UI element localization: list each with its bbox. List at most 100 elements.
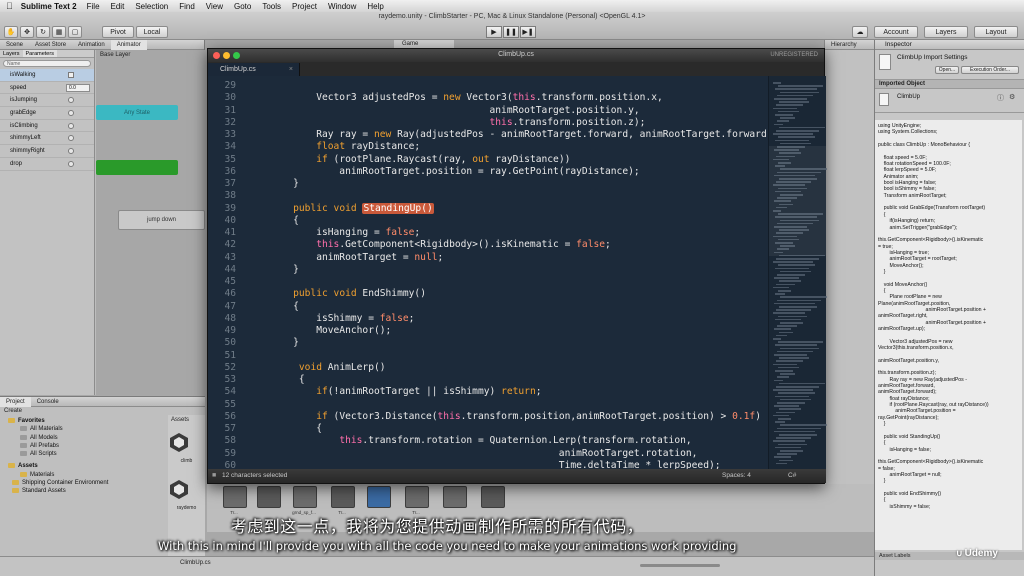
param-row[interactable]: shimmyLeft	[0, 132, 94, 146]
code-line[interactable]: void AnimLerp()	[270, 362, 386, 373]
code-line[interactable]: public void StandingUp()	[270, 202, 434, 214]
param-trigger-toggle[interactable]	[68, 97, 74, 104]
local-button[interactable]: Local	[136, 26, 168, 38]
menu-help[interactable]: Help	[367, 2, 383, 11]
tree-item[interactable]: All Scripts	[0, 450, 168, 458]
parameter-search-input[interactable]: Name	[3, 60, 91, 67]
help-icon[interactable]: ⓘ	[997, 93, 1004, 103]
code-line[interactable]: {	[270, 374, 305, 385]
tab-animator[interactable]: Animator	[110, 39, 147, 50]
any-state-node[interactable]: Any State	[96, 105, 178, 120]
pause-icon[interactable]: ❚❚	[503, 26, 519, 38]
app-name-menu[interactable]: Sublime Text 2	[21, 2, 77, 11]
code-line[interactable]: MoveAnchor();	[270, 325, 391, 336]
rect-tool-icon[interactable]: ▢	[68, 26, 82, 38]
code-line[interactable]: this.GetComponent<Rigidbody>().isKinemat…	[270, 239, 611, 250]
code-line[interactable]: Vector3 adjustedPos = new Vector3(this.t…	[270, 92, 663, 103]
code-line[interactable]: this.transform.rotation = Quaternion.Ler…	[270, 435, 691, 446]
code-line[interactable]: animRootTarget.position.y,	[270, 105, 639, 116]
asset-thumb[interactable]	[257, 486, 281, 508]
code-line[interactable]: isShimmy = false;	[270, 313, 414, 324]
tab-hierarchy[interactable]: Hierarchy	[825, 42, 863, 48]
code-line[interactable]: }	[270, 178, 299, 189]
indentation-status[interactable]: Spaces: 4	[722, 472, 751, 479]
account-dropdown[interactable]: Account	[874, 26, 918, 38]
code-line[interactable]: public void EndShimmy()	[270, 288, 426, 299]
step-icon[interactable]: ▶❚	[520, 26, 536, 38]
code-line[interactable]: Ray ray = new Ray(adjustedPos - animRoot…	[270, 129, 768, 140]
param-row[interactable]: shimmyRight	[0, 145, 94, 158]
tab-project[interactable]: Project	[0, 396, 31, 407]
menu-view[interactable]: View	[206, 2, 223, 11]
param-value-field[interactable]: 0.0	[66, 83, 90, 92]
code-editor[interactable]: 29 30 Vector3 adjustedPos = new Vector3(t…	[208, 76, 768, 470]
layout-dropdown[interactable]: Layout	[974, 26, 1018, 38]
code-line[interactable]: isHanging = false;	[270, 227, 420, 238]
asset-thumb[interactable]	[481, 486, 505, 508]
tree-item[interactable]: Shipping Container Environment	[0, 479, 168, 487]
code-line[interactable]: {	[270, 301, 299, 312]
param-trigger-toggle[interactable]	[68, 122, 74, 129]
code-line[interactable]: if(!animRootTarget || isShimmy) return;	[270, 386, 541, 397]
menu-window[interactable]: Window	[328, 2, 356, 11]
favorites-item[interactable]: Favorites	[0, 417, 168, 425]
param-row[interactable]: speed 0.0	[0, 82, 94, 95]
asset-thumb[interactable]	[293, 486, 317, 508]
pivot-button[interactable]: Pivot	[102, 26, 134, 38]
code-line[interactable]: {	[270, 215, 299, 226]
asset-thumb[interactable]	[405, 486, 429, 508]
asset-thumb[interactable]	[223, 486, 247, 508]
asset-thumb[interactable]	[331, 486, 355, 508]
param-trigger-toggle[interactable]	[68, 135, 74, 142]
menu-selection[interactable]: Selection	[135, 2, 168, 11]
jump-down-node[interactable]: jump down	[118, 210, 205, 230]
code-line[interactable]: float rayDistance;	[270, 141, 420, 152]
entry-node[interactable]	[96, 160, 178, 175]
param-checkbox[interactable]	[68, 71, 74, 78]
code-line[interactable]: if (rootPlane.Raycast(ray, out rayDistan…	[270, 154, 570, 165]
tab-inspector[interactable]: Inspector	[875, 40, 1024, 50]
assets-root-item[interactable]: Assets	[0, 462, 168, 470]
syntax-status[interactable]: C#	[788, 472, 796, 479]
layers-dropdown[interactable]: Layers	[924, 26, 968, 38]
code-line[interactable]: if (Vector3.Distance(this.transform.posi…	[270, 411, 761, 422]
tree-item[interactable]: All Models	[0, 434, 168, 442]
close-tab-icon[interactable]: ×	[289, 63, 293, 76]
move-tool-icon[interactable]: ✥	[20, 26, 34, 38]
code-line[interactable]: animRootTarget.position = ray.GetPoint(r…	[270, 166, 639, 177]
scale-tool-icon[interactable]: ▦	[52, 26, 66, 38]
create-dropdown[interactable]: Create	[4, 408, 22, 414]
tab-scene[interactable]: Scene	[0, 42, 29, 48]
asset-item[interactable]: climb	[168, 431, 205, 464]
tab-climbup-cs[interactable]: ClimbUp.cs ×	[208, 63, 300, 76]
menu-tools[interactable]: Tools	[262, 2, 281, 11]
tab-console[interactable]: Console	[31, 399, 65, 405]
minimap[interactable]	[768, 76, 827, 470]
cloud-icon[interactable]: ☁	[852, 26, 868, 38]
tree-item[interactable]: All Prefabs	[0, 442, 168, 450]
code-line[interactable]: }	[270, 337, 299, 348]
gear-icon[interactable]: ⚙	[1009, 93, 1015, 101]
hand-tool-icon[interactable]: ✋	[4, 26, 18, 38]
zoom-slider[interactable]	[640, 564, 720, 567]
menu-file[interactable]: File	[87, 2, 100, 11]
code-line[interactable]: animRootTarget.rotation,	[270, 448, 698, 459]
param-row[interactable]: isJumping	[0, 94, 94, 108]
tree-item[interactable]: Materials	[0, 471, 168, 479]
param-row[interactable]: drop	[0, 158, 94, 171]
tab-layers[interactable]: Layers	[0, 50, 23, 57]
csharp-script-icon[interactable]	[367, 486, 391, 508]
param-trigger-toggle[interactable]	[68, 160, 74, 167]
code-line[interactable]: {	[270, 423, 322, 434]
menu-project[interactable]: Project	[292, 2, 317, 11]
param-trigger-toggle[interactable]	[68, 147, 74, 154]
tab-parameters[interactable]: Parameters	[22, 50, 57, 57]
code-line[interactable]: }	[270, 264, 299, 275]
tree-item[interactable]: All Materials	[0, 425, 168, 433]
menu-find[interactable]: Find	[179, 2, 195, 11]
tab-animation[interactable]: Animation	[72, 42, 111, 48]
menu-goto[interactable]: Goto	[234, 2, 251, 11]
asset-thumb[interactable]	[443, 486, 467, 508]
menu-edit[interactable]: Edit	[111, 2, 125, 11]
asset-item[interactable]: raydemo	[168, 478, 205, 511]
